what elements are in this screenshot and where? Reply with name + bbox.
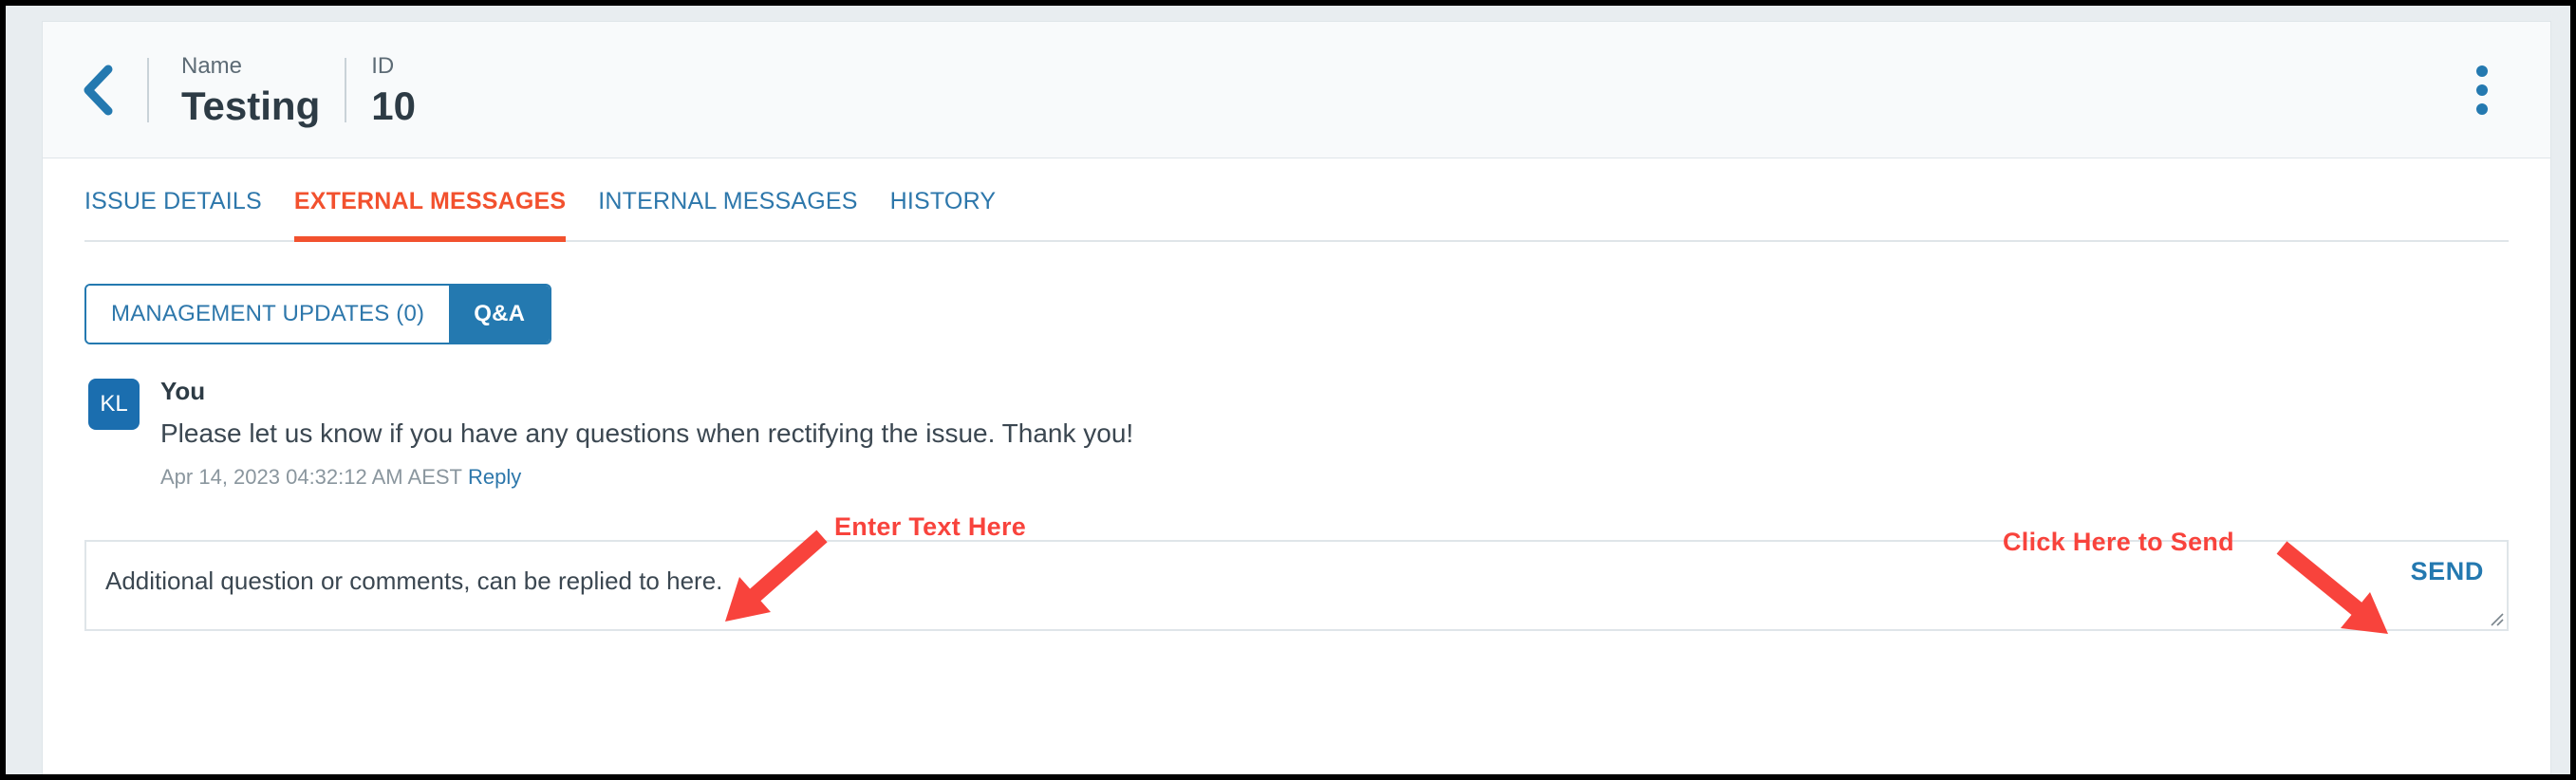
kebab-dot xyxy=(2476,102,2488,115)
id-value: 10 xyxy=(371,83,416,128)
message-author: You xyxy=(160,377,206,405)
tab-history[interactable]: HISTORY xyxy=(890,188,997,240)
tab-internal-messages[interactable]: INTERNAL MESSAGES xyxy=(598,188,857,240)
card-header: Name Testing ID 10 xyxy=(43,22,2550,158)
issue-name-field: Name Testing xyxy=(181,52,320,128)
annotation-enter-text: Enter Text Here xyxy=(834,512,1027,541)
kebab-dot xyxy=(2476,65,2488,77)
message-text: Please let us know if you have any quest… xyxy=(160,418,1134,448)
resize-grip-icon[interactable] xyxy=(2487,609,2504,626)
reply-link[interactable]: Reply xyxy=(468,465,521,489)
avatar: KL xyxy=(88,379,140,430)
name-label: Name xyxy=(181,52,243,79)
issue-detail-card: Name Testing ID 10 ISSUE DETAILS EXTERNA… xyxy=(42,21,2551,774)
kebab-dot xyxy=(2476,84,2488,96)
composer-area: Additional question or comments, can be … xyxy=(43,491,2550,631)
header-divider-1 xyxy=(147,57,149,122)
name-value: Testing xyxy=(181,83,321,128)
segment-management-updates[interactable]: MANAGEMENT UPDATES (0) xyxy=(86,286,450,343)
tab-external-messages[interactable]: EXTERNAL MESSAGES xyxy=(293,188,567,242)
header-divider-2 xyxy=(345,57,347,122)
id-label: ID xyxy=(371,52,395,79)
send-button[interactable]: SEND xyxy=(2411,557,2484,586)
back-button[interactable] xyxy=(67,60,128,121)
tab-issue-details[interactable]: ISSUE DETAILS xyxy=(84,188,262,240)
kebab-menu-icon[interactable] xyxy=(2463,64,2501,117)
segment-qa[interactable]: Q&A xyxy=(449,286,551,343)
message-meta: Apr 14, 2023 04:32:12 AM AEST Reply xyxy=(160,464,1133,491)
message-filter-group: MANAGEMENT UPDATES (0) Q&A xyxy=(43,242,2550,344)
message-body: You Please let us know if you have any q… xyxy=(160,375,1133,491)
tab-bar: ISSUE DETAILS EXTERNAL MESSAGES INTERNAL… xyxy=(43,158,2550,242)
chevron-left-icon xyxy=(82,65,114,116)
message-item: KL You Please let us know if you have an… xyxy=(43,344,2550,491)
annotation-click-send: Click Here to Send xyxy=(2003,528,2234,556)
screenshot-frame: Name Testing ID 10 ISSUE DETAILS EXTERNA… xyxy=(0,0,2576,780)
reply-textarea-value: Additional question or comments, can be … xyxy=(105,566,723,595)
issue-id-field: ID 10 xyxy=(371,52,416,128)
message-timestamp: Apr 14, 2023 04:32:12 AM AEST xyxy=(160,465,462,489)
